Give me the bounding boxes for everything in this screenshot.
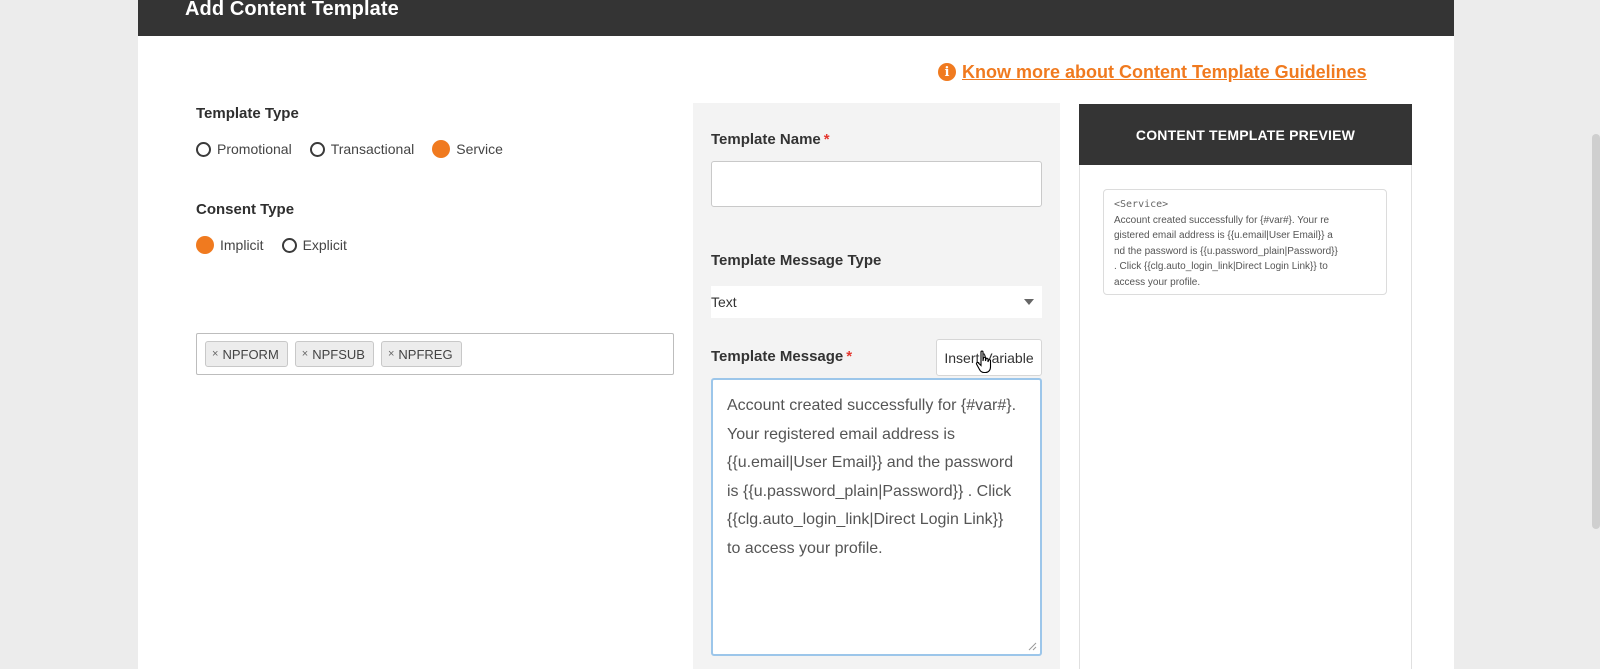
message-line: is {{u.password_plain|Password}} . Click xyxy=(727,482,1012,500)
template-message-label: Template Message * xyxy=(711,348,852,365)
tag-label: NPFREG xyxy=(398,346,453,362)
template-type-radios: Promotional Transactional Service xyxy=(196,140,521,158)
required-mark: * xyxy=(823,131,830,148)
page-scrollbar[interactable] xyxy=(1592,134,1600,529)
guidelines-link[interactable]: i Know more about Content Template Guide… xyxy=(938,58,1367,86)
radio-circle[interactable] xyxy=(281,237,297,253)
tag-chip: × NPFSUB xyxy=(294,341,374,367)
tag-label: NPFORM xyxy=(222,346,279,362)
radio-label: Promotional xyxy=(217,141,292,157)
message-line: Your registered email address is xyxy=(727,425,955,443)
preview-line: gistered email address is {{u.email|User… xyxy=(1114,230,1333,241)
chevron-down-icon xyxy=(1024,299,1034,305)
radio-label: Transactional xyxy=(330,141,415,157)
radio-implicit[interactable]: Implicit xyxy=(196,236,264,254)
hand-cursor-icon xyxy=(975,350,992,374)
radio-transactional[interactable]: Transactional xyxy=(309,141,415,157)
resize-grip-icon[interactable] xyxy=(1027,641,1037,651)
radio-promotional[interactable]: Promotional xyxy=(196,141,292,157)
template-message-label-text: Template Message xyxy=(711,348,844,365)
info-icon: i xyxy=(938,63,956,81)
preview-card: <Service> Account created successfully f… xyxy=(1103,189,1387,295)
template-type-label: Template Type xyxy=(196,105,299,122)
preview-line: Account created successfully for {#var#}… xyxy=(1114,214,1330,226)
radio-label: Implicit xyxy=(220,237,264,253)
radio-service[interactable]: Service xyxy=(432,140,503,158)
preview-tag: <Service> xyxy=(1114,199,1169,210)
message-line: {{clg.auto_login_link|Direct Login Link}… xyxy=(727,511,1004,528)
message-line: Account created successfully for {#var#}… xyxy=(727,397,1017,414)
preview-line: access your profile. xyxy=(1114,276,1201,288)
tag-input[interactable]: × NPFORM × NPFSUB × NPFREG xyxy=(196,333,674,375)
page-title: Add Content Template xyxy=(185,0,399,20)
required-mark: * xyxy=(846,348,853,365)
radio-circle[interactable] xyxy=(309,141,325,157)
radio-circle[interactable] xyxy=(196,141,211,157)
preview-header: CONTENT TEMPLATE PREVIEW xyxy=(1079,104,1412,165)
guidelines-link-text[interactable]: Know more about Content Template Guideli… xyxy=(962,62,1367,83)
radio-label: Service xyxy=(456,141,503,157)
template-name-label: Template Name * xyxy=(711,131,830,148)
tag-chip: × NPFREG xyxy=(380,341,462,367)
consent-type-radios: Implicit Explicit xyxy=(196,236,365,254)
preview-line: nd the password is {{u.password_plain|Pa… xyxy=(1114,245,1338,257)
radio-label: Explicit xyxy=(302,237,347,253)
tag-chip: × NPFORM xyxy=(205,341,288,367)
radio-explicit[interactable]: Explicit xyxy=(281,237,347,253)
template-name-input[interactable] xyxy=(711,161,1042,207)
template-message-textarea[interactable]: Account created successfully for {#var#}… xyxy=(711,378,1042,656)
remove-tag-icon[interactable]: × xyxy=(388,348,394,360)
preview-line: . Click {{clg.auto_login_link|Direct Log… xyxy=(1114,261,1328,272)
message-line: to access your profile. xyxy=(727,539,883,557)
consent-type-label: Consent Type xyxy=(196,201,295,218)
remove-tag-icon[interactable]: × xyxy=(302,348,308,360)
page-header: Add Content Template xyxy=(138,0,1454,36)
message-type-value: Text xyxy=(711,294,737,310)
radio-circle-selected[interactable] xyxy=(196,236,214,254)
remove-tag-icon[interactable]: × xyxy=(212,348,218,360)
template-name-label-text: Template Name xyxy=(711,131,821,148)
tag-label: NPFSUB xyxy=(312,346,365,362)
message-type-select[interactable]: Text xyxy=(711,286,1042,318)
message-type-label: Template Message Type xyxy=(711,252,882,269)
message-line: {{u.email|User Email}} and the password xyxy=(727,454,1014,471)
radio-circle-selected[interactable] xyxy=(432,140,451,158)
